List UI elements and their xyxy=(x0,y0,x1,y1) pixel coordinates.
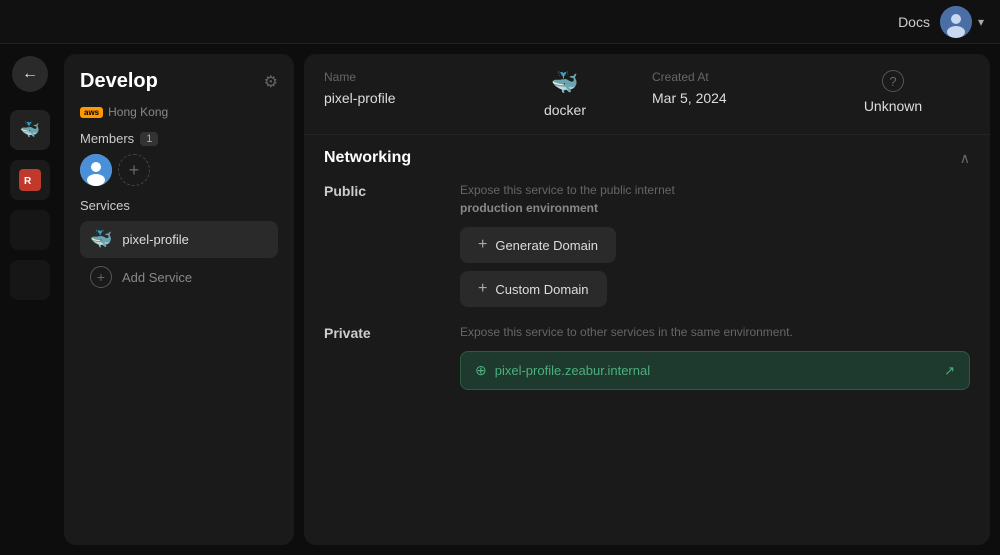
name-value: pixel-profile xyxy=(324,90,396,106)
name-label: Name xyxy=(324,70,356,84)
service-header: Name pixel-profile 🐳 docker Created At M… xyxy=(304,54,990,135)
generate-domain-button[interactable]: + Generate Domain xyxy=(460,227,616,263)
project-title: Develop xyxy=(80,70,158,93)
public-desc: Expose this service to the public intern… xyxy=(460,181,970,217)
public-networking-row: Public Expose this service to the public… xyxy=(324,181,970,307)
rail-redis-item[interactable]: R xyxy=(10,160,50,200)
private-networking-row: Private Expose this service to other ser… xyxy=(324,323,970,390)
chevron-up-icon: ∧ xyxy=(960,150,970,167)
region-name: Hong Kong xyxy=(108,105,168,119)
private-content: Expose this service to other services in… xyxy=(460,323,970,390)
chevron-down-icon[interactable]: ▾ xyxy=(978,15,984,29)
members-label: Members 1 xyxy=(80,131,278,146)
header-type-col: 🐳 docker xyxy=(488,70,642,118)
header-status-col: ? Unknown xyxy=(816,70,970,118)
main-content: Name pixel-profile 🐳 docker Created At M… xyxy=(294,44,1000,555)
private-domain-text: pixel-profile.zeabur.internal xyxy=(495,363,650,378)
main-layout: ← 🐳 R Develop ⚙ aws Hong Kong xyxy=(0,44,1000,555)
svg-text:R: R xyxy=(24,176,32,187)
custom-domain-button[interactable]: + Custom Domain xyxy=(460,271,607,307)
user-avatar[interactable] xyxy=(940,6,972,38)
icon-rail: ← 🐳 R xyxy=(0,44,60,555)
generate-domain-label: Generate Domain xyxy=(495,238,598,253)
header-created-col: Created At Mar 5, 2024 xyxy=(652,70,806,118)
back-icon: ← xyxy=(22,65,38,83)
networking-section: Networking ∧ Public Expose this service … xyxy=(304,135,990,406)
rail-extra-item-2[interactable] xyxy=(10,260,50,300)
add-service-label: Add Service xyxy=(122,270,192,285)
docker-icon: 🐳 xyxy=(20,120,40,140)
content-panel: Name pixel-profile 🐳 docker Created At M… xyxy=(304,54,990,545)
add-service-button[interactable]: + Add Service xyxy=(80,258,278,296)
question-icon[interactable]: ? xyxy=(882,70,904,92)
private-domain-left: ⊕ pixel-profile.zeabur.internal xyxy=(475,362,650,379)
service-name: pixel-profile xyxy=(122,232,188,247)
type-value: docker xyxy=(544,102,586,118)
project-sidebar: Develop ⚙ aws Hong Kong Members 1 + xyxy=(64,54,294,545)
public-env: production environment xyxy=(460,201,598,215)
status-value: Unknown xyxy=(864,98,922,114)
service-item-pixel-profile[interactable]: 🐳 pixel-profile xyxy=(80,221,278,258)
private-domain-box: ⊕ pixel-profile.zeabur.internal ↗ xyxy=(460,351,970,390)
networking-section-header[interactable]: Networking ∧ xyxy=(324,135,970,181)
header-name-col: Name pixel-profile xyxy=(324,70,478,118)
plus-icon: + xyxy=(478,236,487,254)
services-label: Services xyxy=(80,198,278,213)
project-title-row: Develop ⚙ xyxy=(80,70,278,93)
members-count: 1 xyxy=(140,132,158,146)
back-button[interactable]: ← xyxy=(12,56,48,92)
topbar: Docs ▾ xyxy=(0,0,1000,44)
public-actions: + Generate Domain + Custom Domain xyxy=(460,227,970,307)
external-link-icon[interactable]: ↗ xyxy=(944,363,955,379)
networking-title: Networking xyxy=(324,149,411,167)
aws-badge: aws xyxy=(80,107,103,118)
rail-extra-item-1[interactable] xyxy=(10,210,50,250)
add-member-button[interactable]: + xyxy=(118,154,150,186)
redis-icon: R xyxy=(19,169,41,191)
custom-domain-label: Custom Domain xyxy=(495,282,588,297)
members-section: Members 1 + xyxy=(80,131,278,186)
docs-link[interactable]: Docs xyxy=(898,14,930,30)
service-docker-icon: 🐳 xyxy=(90,229,112,250)
settings-icon[interactable]: ⚙ xyxy=(264,72,278,92)
rail-docker-item[interactable]: 🐳 xyxy=(10,110,50,150)
add-service-icon: + xyxy=(90,266,112,288)
created-label: Created At xyxy=(652,70,709,84)
services-section: Services 🐳 pixel-profile + Add Service xyxy=(80,198,278,296)
created-value: Mar 5, 2024 xyxy=(652,90,727,106)
globe-icon: ⊕ xyxy=(475,362,487,379)
member-avatar-1[interactable] xyxy=(80,154,112,186)
type-docker-icon: 🐳 xyxy=(551,70,578,96)
plus-icon-2: + xyxy=(478,280,487,298)
public-content: Expose this service to the public intern… xyxy=(460,181,970,307)
private-desc: Expose this service to other services in… xyxy=(460,323,970,341)
private-label: Private xyxy=(324,323,444,341)
members-avatars: + xyxy=(80,154,278,186)
project-region: aws Hong Kong xyxy=(80,105,278,119)
public-label: Public xyxy=(324,181,444,199)
